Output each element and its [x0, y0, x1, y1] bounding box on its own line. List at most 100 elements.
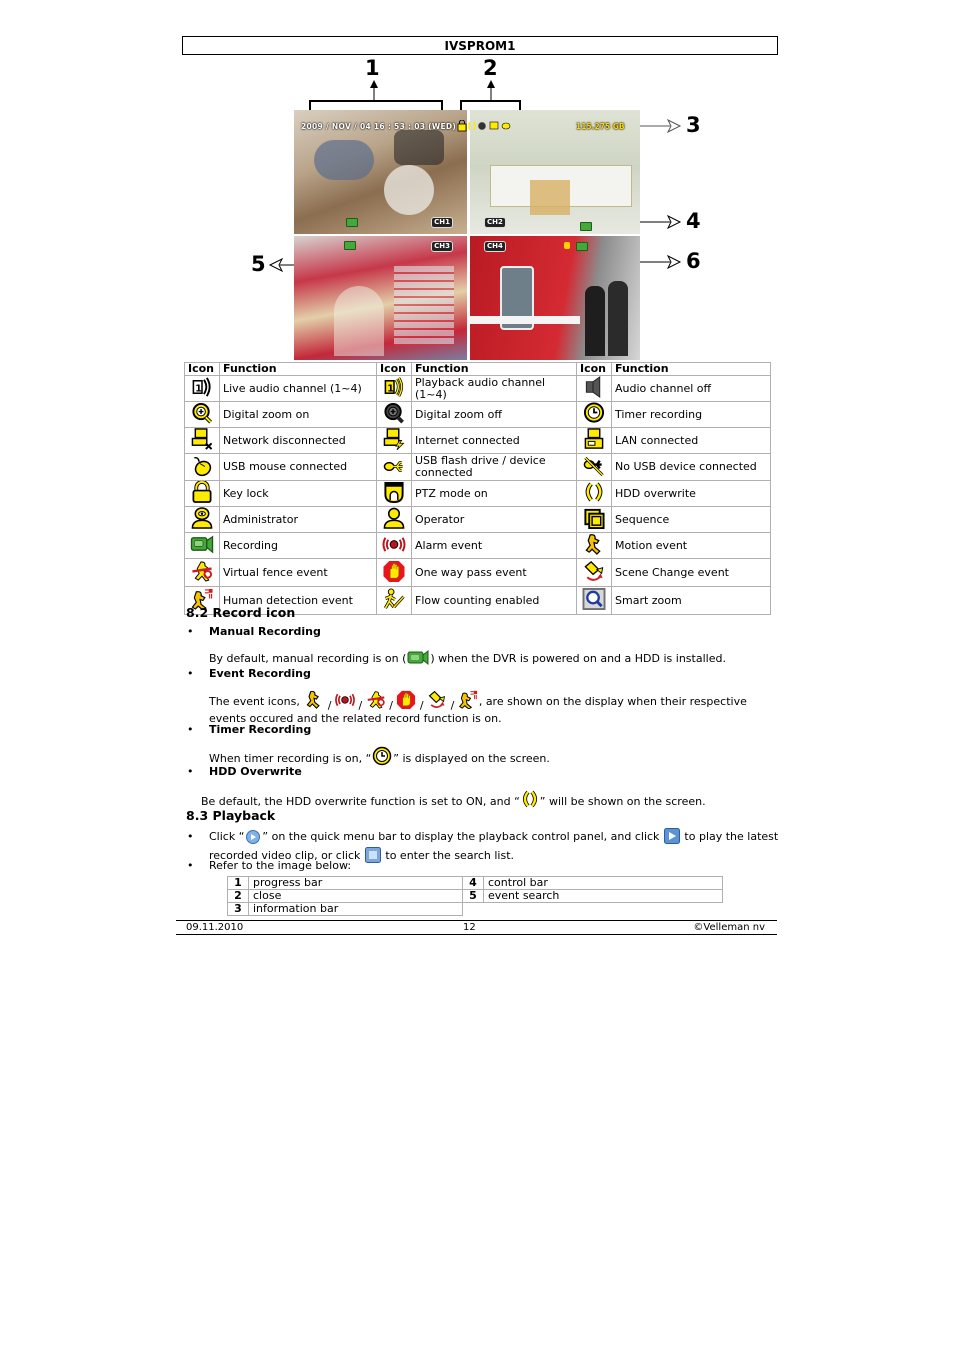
text: ” on the quick menu bar to display the p… — [262, 830, 663, 843]
callout-2: 2 — [483, 56, 498, 80]
one-way-pass-icon — [383, 560, 405, 582]
function-label: Sequence — [611, 506, 771, 533]
lan-connected-icon — [584, 428, 604, 449]
legend-num: 2 — [227, 889, 249, 903]
ptz-icon — [384, 481, 404, 504]
footer-date: 09.11.2010 — [186, 922, 244, 933]
usb-drive-icon — [383, 460, 403, 472]
text: ” is displayed on the screen. — [393, 752, 550, 765]
hdd-overwrite-icon — [521, 789, 539, 812]
icon-function-table: Icon Function Icon Function Icon Functio… — [184, 362, 771, 615]
bullet: • — [187, 765, 194, 778]
timer-icon — [583, 402, 605, 423]
play-button-icon — [663, 828, 680, 847]
icon-cell — [376, 401, 412, 428]
function-label: Playback audio channel (1~4) — [411, 375, 577, 402]
hdd-overwrite-label: HDD Overwrite — [209, 765, 302, 778]
zoom-on-icon — [192, 402, 212, 424]
hdd-overwrite-icon — [585, 482, 603, 502]
separator: / — [385, 699, 397, 712]
camera-view-ch3[interactable]: CH3 — [294, 236, 467, 360]
legend-num: 4 — [462, 876, 484, 890]
table-row: Administrator Operator Sequence — [184, 506, 771, 533]
icon-cell — [576, 532, 612, 559]
callout-4: 4 — [686, 209, 701, 233]
table-row: 2 close 5 event search — [227, 889, 723, 903]
channel-label: CH4 — [484, 241, 506, 252]
flow-counting-icon — [383, 588, 405, 609]
icon-cell — [184, 506, 220, 533]
osd-datetime: 2009 / NOV / 04 16 : 53 : 03 (WED) — [301, 122, 457, 131]
column-header: Function — [411, 362, 577, 376]
usb-mouse-icon — [194, 456, 212, 476]
callout-5: 5 — [251, 252, 266, 276]
timer-icon — [372, 746, 392, 769]
icon-cell — [376, 558, 412, 587]
scene-change-icon — [428, 690, 446, 708]
playback-menu-icon — [245, 830, 261, 847]
legend-num: 1 — [227, 876, 249, 890]
bullet: • — [187, 830, 194, 843]
manual-recording-label: Manual Recording — [209, 625, 321, 638]
icon-cell — [184, 453, 220, 481]
column-header: Icon — [576, 362, 612, 376]
function-label: Alarm event — [411, 532, 577, 559]
table-row: Network disconnected Internet connected LA… — [184, 427, 771, 454]
recording-icon — [580, 222, 592, 231]
osd-status-icons — [457, 120, 511, 132]
section-title-8-3: 8.3 Playback — [186, 808, 276, 823]
text: , are shown on the display when their re… — [478, 695, 747, 708]
text: By default, manual recording is on ( — [209, 652, 407, 665]
administrator-icon — [191, 507, 213, 529]
icon-cell — [184, 532, 220, 559]
table-row: Key lock PTZ mode on HDD overwrite — [184, 480, 771, 507]
table-row: 1 Live audio channel (1~4) 1 Playback audio… — [184, 375, 771, 402]
internet-connected-icon — [383, 428, 405, 451]
legend-num: 5 — [462, 889, 484, 903]
function-label: One way pass event — [411, 558, 577, 587]
column-header: Icon — [184, 362, 220, 376]
text: ” will be shown on the screen. — [539, 795, 706, 808]
camera-view-ch4[interactable]: CH4 — [470, 236, 640, 360]
motion-icon — [585, 534, 601, 555]
separator: / — [416, 699, 428, 712]
usb-mouse-icon — [501, 122, 511, 130]
icon-cell — [576, 375, 612, 402]
virtual-fence-icon — [192, 561, 213, 582]
operator-icon — [383, 507, 405, 529]
table-header-row: Icon Function Icon Function Icon Functio… — [184, 362, 771, 376]
icon-cell — [376, 480, 412, 507]
hdd-overwrite-icon — [468, 121, 476, 131]
function-label: USB flash drive / device connected — [411, 453, 577, 481]
page-footer: 09.11.2010 12 ©Velleman nv — [176, 920, 777, 935]
text: ) when the DVR is powered on and a HDD i… — [430, 652, 726, 665]
section-title-8-2: 8.2 Record icon — [186, 605, 296, 620]
table-row: Digital zoom on Digital zoom off Timer rec… — [184, 401, 771, 428]
icon-cell — [376, 506, 412, 533]
no-usb-icon — [583, 456, 604, 476]
text: to enter the search list. — [381, 849, 515, 862]
scene-change-icon — [584, 561, 604, 581]
recording-icon — [190, 535, 214, 554]
audio-off-icon — [585, 376, 601, 398]
legend-num: 3 — [227, 902, 249, 916]
svg-text:1: 1 — [195, 383, 202, 394]
icon-cell — [184, 401, 220, 428]
motion-icon — [306, 690, 321, 709]
table-row: Virtual fence event One way pass event Sce… — [184, 558, 771, 587]
callout-1: 1 — [365, 56, 380, 80]
text: When timer recording is on, “ — [209, 752, 372, 765]
virtual-fence-icon — [367, 691, 385, 709]
function-label: Flow counting enabled — [411, 586, 577, 615]
dvr-screen-figure: 1 2 3 4 5 6 CH1 CH2 2009 / NOV / 04 16 :… — [240, 56, 720, 361]
callout-6: 6 — [686, 249, 701, 273]
table-row: 1 progress bar 4 control bar — [227, 876, 723, 890]
column-header: Function — [611, 362, 771, 376]
legend-label: information bar — [248, 902, 463, 916]
legend-label: progress bar — [248, 876, 463, 890]
icon-cell — [184, 558, 220, 587]
text: Be default, the HDD overwrite function i… — [201, 795, 520, 808]
icon-cell — [184, 427, 220, 454]
function-label: Digital zoom on — [219, 401, 377, 428]
text: The event icons, — [209, 695, 304, 708]
